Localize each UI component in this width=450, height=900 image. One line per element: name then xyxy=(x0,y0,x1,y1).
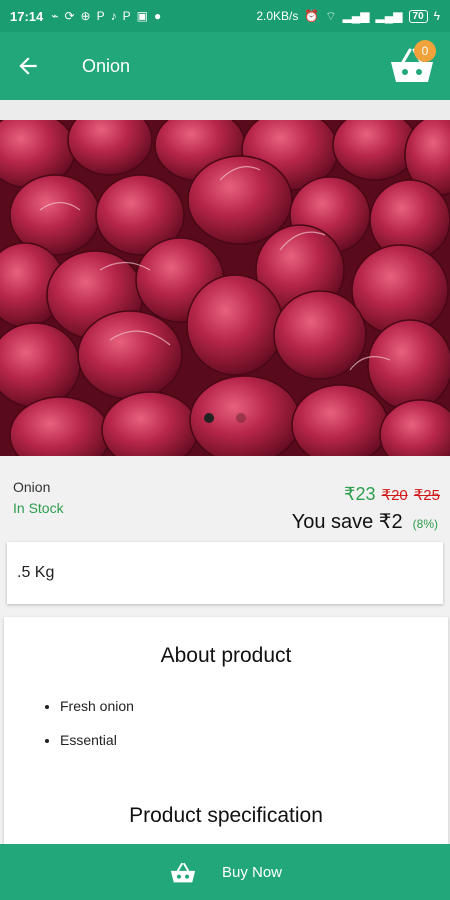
stock-status: In Stock xyxy=(13,500,64,516)
basket-icon xyxy=(170,862,196,883)
tiktok-icon: ♪ xyxy=(110,9,117,23)
product-info: Onion In Stock ₹23 ₹20 ₹25 You save ₹2 (… xyxy=(0,456,450,540)
spec-heading: Product specification xyxy=(129,804,323,827)
usb-icon: ⌁ xyxy=(51,9,59,23)
product-image[interactable] xyxy=(0,120,450,456)
about-list: Fresh onion Essential xyxy=(60,698,448,748)
variant-label: .5 Kg xyxy=(17,564,55,581)
signal-icon: ▂▄▆ xyxy=(375,9,403,23)
arrow-back-icon xyxy=(19,57,37,75)
buy-now-button[interactable]: Buy Now xyxy=(0,844,450,900)
wifi-icon: ⌔ xyxy=(325,8,337,23)
current-price: ₹23 xyxy=(344,484,376,504)
app-bar: Onion 0 xyxy=(0,32,450,100)
buy-now-label: Buy Now xyxy=(221,863,283,881)
savings-row: You save ₹2 (8%) xyxy=(292,509,438,534)
back-button[interactable] xyxy=(4,42,52,90)
signal-icon: ▂▄▆ xyxy=(342,9,370,23)
onion-photo xyxy=(0,120,450,456)
status-time: 17:14 xyxy=(10,8,44,24)
original-price: ₹25 xyxy=(413,487,440,504)
list-item: Fresh onion xyxy=(60,698,448,714)
drop-icon: ● xyxy=(153,9,162,23)
paytm-icon: P xyxy=(122,9,131,23)
variant-selector[interactable]: .5 Kg xyxy=(7,542,443,604)
original-price: ₹20 xyxy=(381,487,408,504)
carousel-indicator xyxy=(204,413,246,423)
product-name: Onion xyxy=(13,479,51,495)
carousel-dot[interactable] xyxy=(236,413,246,423)
battery-icon: 70 xyxy=(408,9,428,23)
network-speed: 2.0KB/s xyxy=(256,9,299,23)
list-item: Essential xyxy=(60,732,448,748)
cart-button[interactable]: 0 xyxy=(386,38,438,90)
status-bar: 17:14 ⌁ ⟳ ⊕ P ♪ P ▣ ● 2.0KB/s ⏰ ⌔ ▂▄▆ ▂▄… xyxy=(0,0,450,32)
app-icon: ▣ xyxy=(136,9,148,23)
price-row: ₹23 ₹20 ₹25 xyxy=(344,484,440,505)
cart-count-badge: 0 xyxy=(414,40,436,62)
paytm-icon: P xyxy=(96,9,105,23)
alarm-icon: ⏰ xyxy=(304,9,320,23)
app-icon: ⊕ xyxy=(80,9,91,23)
status-notification-icons: ⌁ ⟳ ⊕ P ♪ P ▣ ● xyxy=(51,9,161,23)
about-heading: About product xyxy=(160,644,292,667)
spacer xyxy=(0,100,450,120)
status-right: 2.0KB/s ⏰ ⌔ ▂▄▆ ▂▄▆ 70 ϟ xyxy=(256,9,440,24)
savings-amount: You save ₹2 xyxy=(291,511,403,533)
page-title: Onion xyxy=(82,55,131,76)
about-product-card: About product Fresh onion Essential Prod… xyxy=(4,617,448,857)
charging-icon: ϟ xyxy=(433,9,440,23)
savings-percent: (8%) xyxy=(412,517,438,531)
sync-icon: ⟳ xyxy=(64,9,75,23)
carousel-dot[interactable] xyxy=(204,413,214,423)
